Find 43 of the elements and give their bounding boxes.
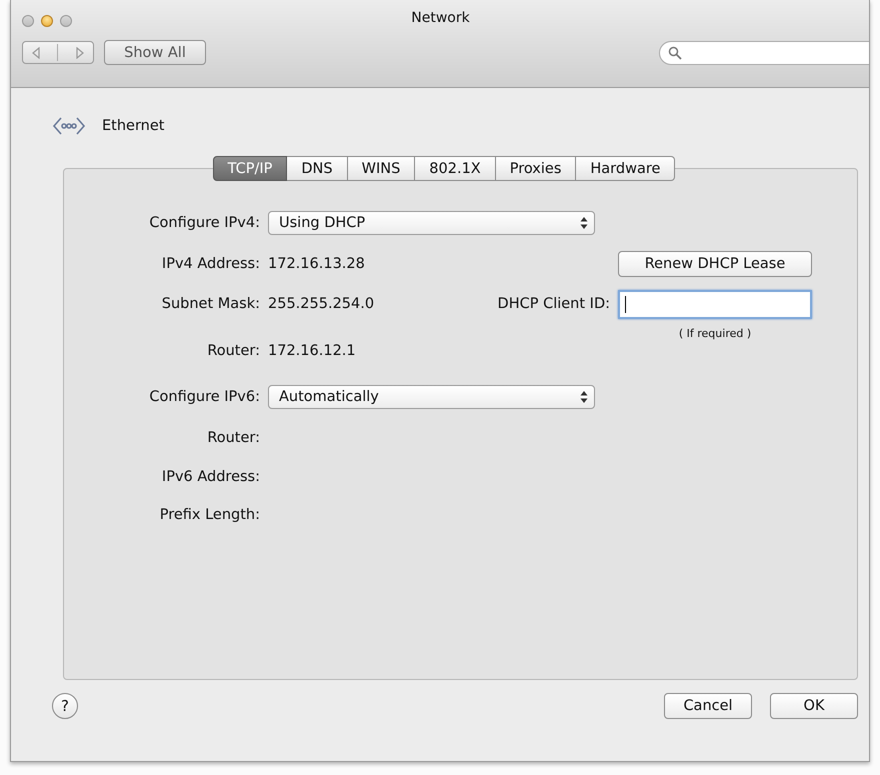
tab[interactable]: WINS [348, 156, 416, 181]
up-down-arrows-icon [580, 391, 588, 403]
hint-text: ( If required ) [678, 327, 752, 340]
back-icon [31, 46, 42, 58]
tab[interactable]: 802.1X [415, 156, 496, 181]
field-label: Router: [207, 430, 260, 446]
popup-menu[interactable]: Automatically [268, 385, 595, 409]
forward-icon [74, 46, 85, 58]
field-label: Subnet Mask: [162, 296, 260, 312]
zoom-button[interactable] [60, 15, 72, 27]
field-value: 172.16.13.28 [268, 256, 365, 272]
help-button[interactable]: ? [52, 693, 78, 719]
close-button[interactable] [22, 15, 34, 27]
popup-value: Automatically [279, 389, 379, 405]
dialog-button[interactable]: OK [770, 693, 858, 719]
field-label: IPv4 Address: [162, 256, 260, 272]
renew-dhcp-lease-button[interactable]: Renew DHCP Lease [618, 250, 812, 276]
tab[interactable]: Hardware [576, 156, 676, 181]
dialog-button[interactable]: Cancel [664, 693, 752, 719]
popup-value: Using DHCP [279, 214, 366, 230]
client-id-field[interactable] [618, 290, 812, 318]
search-icon [668, 46, 682, 60]
field-label: Configure IPv4: [149, 214, 260, 230]
field-value: 255.255.254.0 [268, 296, 374, 312]
up-down-arrows-icon [580, 216, 588, 228]
field-value: 172.16.12.1 [268, 342, 356, 358]
search-field[interactable] [659, 40, 869, 64]
service-name: Ethernet [102, 118, 164, 134]
show-all-button[interactable]: Show All [104, 40, 206, 65]
popup-menu[interactable]: Using DHCP [268, 210, 595, 234]
tab[interactable]: TCP/IP [212, 156, 288, 181]
field-label: Router: [207, 342, 260, 358]
tab[interactable]: Proxies [496, 156, 576, 181]
field-label: Configure IPv6: [149, 389, 260, 405]
minimize-button[interactable] [41, 15, 53, 27]
text-cursor [625, 296, 626, 312]
ethernet-icon [52, 115, 86, 137]
field-label: IPv6 Address: [162, 469, 260, 485]
field-label: Prefix Length: [160, 507, 260, 523]
field-label: DHCP Client ID: [498, 296, 610, 312]
tab[interactable]: DNS [287, 156, 348, 181]
window-title: Network [410, 10, 471, 26]
back-forward-control[interactable] [22, 41, 94, 64]
